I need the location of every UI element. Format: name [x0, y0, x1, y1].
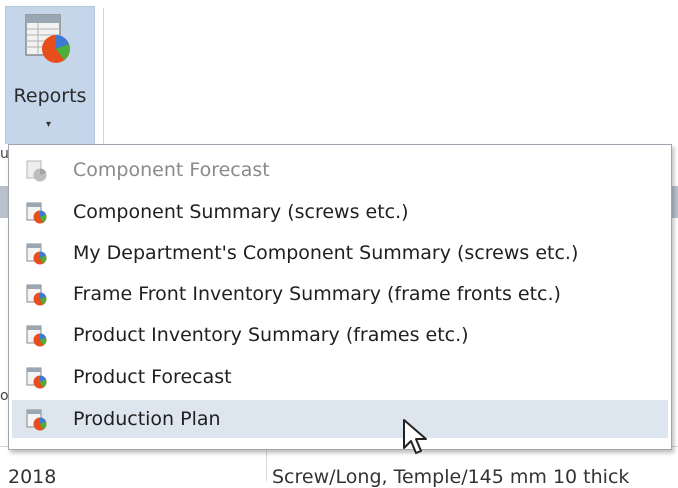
- reports-button[interactable]: Reports ▾: [5, 6, 95, 144]
- report-icon: [26, 367, 47, 389]
- menu-item-label: Product Inventory Summary (frames etc.): [73, 324, 469, 346]
- report-icon: [26, 325, 47, 347]
- menu-item-component-forecast[interactable]: Component Forecast: [12, 151, 668, 189]
- reports-label: Reports: [13, 85, 87, 107]
- report-icon: [26, 160, 47, 182]
- column-divider: [266, 446, 267, 481]
- report-icon: [26, 409, 47, 431]
- reports-chart-icon: [25, 14, 70, 63]
- ribbon: Reports ▾: [0, 0, 678, 146]
- menu-item-frame-front-inventory-summary[interactable]: Frame Front Inventory Summary (frame fro…: [12, 275, 668, 313]
- report-icon: [26, 243, 47, 265]
- menu-item-component-summary[interactable]: Component Summary (screws etc.): [12, 193, 668, 231]
- table-cell-year: 2018: [8, 466, 57, 488]
- menu-item-product-inventory-summary[interactable]: Product Inventory Summary (frames etc.): [12, 316, 668, 354]
- mouse-pointer-icon: [403, 419, 427, 454]
- menu-item-production-plan[interactable]: Production Plan: [12, 400, 668, 438]
- menu-item-label: Product Forecast: [73, 366, 232, 388]
- ribbon-separator: [103, 8, 104, 144]
- menu-item-label: Component Summary (screws etc.): [73, 201, 409, 223]
- menu-item-label: Frame Front Inventory Summary (frame fro…: [73, 283, 561, 305]
- menu-item-label: Component Forecast: [73, 159, 270, 181]
- report-icon: [26, 202, 47, 224]
- chevron-down-icon: ▾: [46, 119, 52, 130]
- menu-item-product-forecast[interactable]: Product Forecast: [12, 358, 668, 396]
- menu-item-label: Production Plan: [73, 408, 221, 430]
- menu-item-department-component-summary[interactable]: My Department's Component Summary (screw…: [12, 234, 668, 272]
- menu-item-label: My Department's Component Summary (screw…: [73, 242, 579, 264]
- table-cell-description: Screw/Long, Temple/145 mm 10 thick: [272, 466, 630, 488]
- report-icon: [26, 284, 47, 306]
- reports-dropdown-menu: Component Forecast Component Summary (sc…: [8, 144, 672, 450]
